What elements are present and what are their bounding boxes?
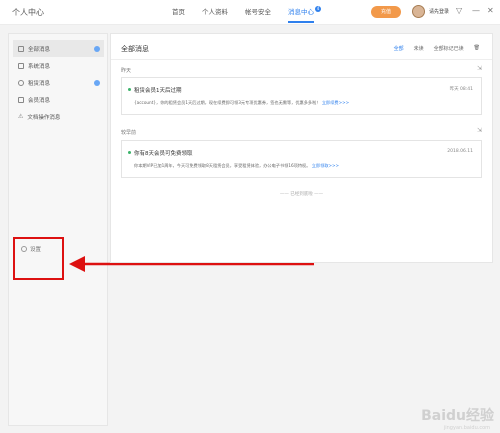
nav-message-center-label: 消息中心 — [288, 8, 314, 16]
trash-icon[interactable]: 🗑 — [474, 45, 480, 52]
sidebar-item-label: 系统消息 — [28, 63, 51, 70]
sidebar-item-label: 全部消息 — [28, 46, 51, 53]
message-count-badge: 4 — [315, 6, 321, 12]
highlight-box — [13, 237, 64, 280]
warning-icon: ⚠ — [18, 113, 24, 120]
nav-account-security[interactable]: 帐号安全 — [245, 0, 271, 25]
close-icon[interactable]: ✕ — [487, 5, 494, 17]
watermark-logo: Baidu经验 — [421, 408, 494, 424]
lease-icon — [18, 79, 24, 86]
message-card[interactable]: 租赁会员1天后过期 昨天 08:41 {account}，你的租赁会员1天后过期… — [121, 77, 482, 115]
tab-all[interactable]: 全部 — [394, 45, 404, 52]
message-text: 你本期VIP已加1周年，今天可免费领取8天租赁会员，享受租赁体验，办公电子书领1… — [134, 163, 311, 168]
sidebar-item-doc-messages[interactable]: ⚠ 文档操作消息 — [13, 108, 104, 125]
member-icon — [18, 96, 24, 103]
message-icon — [18, 45, 24, 52]
message-time: 昨天 08:41 — [449, 87, 473, 92]
mark-all-read-button[interactable]: 全部标记已读 — [434, 45, 464, 52]
message-body: {account}，你的租赁会员1天后过期，现在续费即可领3元专项优惠券，签也无… — [134, 100, 349, 106]
sidebar-item-lease-messages[interactable]: 租赁消息 — [13, 74, 104, 91]
username[interactable]: 请先登录 — [429, 8, 449, 15]
vip-button[interactable]: 充值 — [371, 6, 401, 18]
main-panel: 全部消息 全部 未读 全部标记已读 🗑 昨天 ⇲ 租赁会员1天后过期 昨天 08… — [110, 33, 493, 263]
group-label-yesterday: 昨天 — [121, 68, 132, 74]
collapse-icon[interactable]: ⇲ — [477, 127, 482, 134]
end-of-list-text: —— 已经到底啦 —— — [279, 192, 324, 197]
nav-profile[interactable]: 个人资料 — [202, 0, 228, 25]
system-icon — [18, 62, 24, 69]
top-bar: 个人中心 首页 个人资料 帐号安全 消息中心 4 充值 请先登录 ▽ — ✕ — [0, 0, 500, 25]
sidebar-item-label: 租赁消息 — [28, 80, 51, 87]
page-title: 全部消息 — [121, 45, 149, 53]
message-body: 你本期VIP已加1周年，今天可免费领取8天租赁会员，享受租赁体验，办公电子书领1… — [134, 163, 339, 169]
divider — [111, 59, 492, 60]
message-title: 你有8天会员可免费领取 — [134, 151, 193, 157]
message-text: {account}，你的租赁会员1天后过期，现在续费即可领3元专项优惠券，签也无… — [134, 100, 321, 105]
message-title: 租赁会员1天后过期 — [134, 88, 182, 94]
sidebar-item-label: 文档操作消息 — [27, 114, 61, 121]
group-label-earlier: 较早前 — [121, 130, 137, 136]
skin-icon[interactable]: ▽ — [456, 5, 462, 17]
nav-home[interactable]: 首页 — [172, 0, 185, 25]
collapse-icon[interactable]: ⇲ — [477, 65, 482, 72]
sidebar-item-member-messages[interactable]: 会员消息 — [13, 91, 104, 108]
sidebar: 全部消息 系统消息 租赁消息 会员消息 ⚠ 文档操作消息 — [8, 33, 108, 426]
sidebar-item-label: 会员消息 — [28, 97, 51, 104]
app-title: 个人中心 — [12, 8, 44, 17]
message-time: 2018.06.11 — [447, 149, 473, 154]
sidebar-item-system-messages[interactable]: 系统消息 — [13, 57, 104, 74]
unread-dot-icon — [94, 45, 100, 52]
claim-link[interactable]: 立即领取>>> — [312, 163, 339, 168]
message-card[interactable]: 你有8天会员可免费领取 2018.06.11 你本期VIP已加1周年，今天可免费… — [121, 140, 482, 178]
main-nav: 首页 个人资料 帐号安全 消息中心 4 — [172, 0, 331, 25]
unread-dot-icon — [94, 79, 100, 86]
status-dot-icon — [128, 88, 131, 91]
renew-link[interactable]: 立即续费>>> — [322, 100, 349, 105]
watermark-url: jingyan.baidu.com — [443, 425, 490, 431]
nav-message-center[interactable]: 消息中心 4 — [288, 0, 321, 25]
tab-unread[interactable]: 未读 — [414, 45, 424, 52]
filter-tabs: 全部 未读 全部标记已读 🗑 — [384, 45, 480, 52]
status-dot-icon — [128, 151, 131, 154]
avatar[interactable] — [412, 5, 425, 18]
minimize-icon[interactable]: — — [472, 5, 480, 17]
sidebar-item-all-messages[interactable]: 全部消息 — [13, 40, 104, 57]
